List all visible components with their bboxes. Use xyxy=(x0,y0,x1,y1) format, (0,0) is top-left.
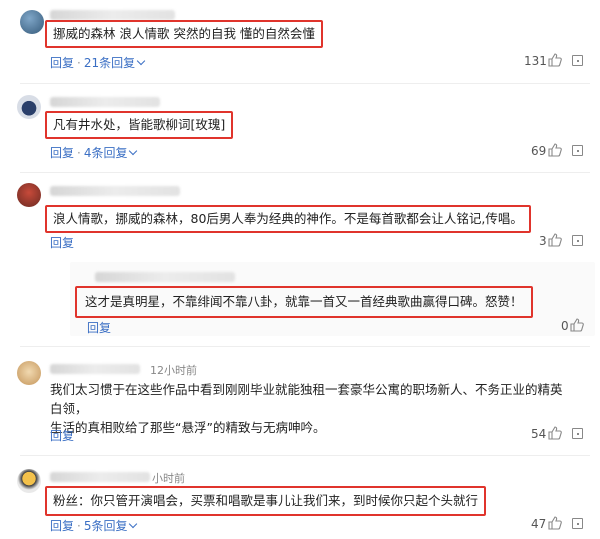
separator: · xyxy=(77,519,81,533)
username-blurred xyxy=(50,97,160,107)
chevron-down-icon[interactable] xyxy=(136,56,146,66)
like-count: 3 xyxy=(539,234,547,248)
like-count: 69 xyxy=(531,144,547,158)
avatar[interactable] xyxy=(17,469,41,493)
comment-text: 浪人情歌，挪威的森林，80后男人奉为经典的神作。不是每首歌都会让人铭记,传唱。 xyxy=(45,205,531,233)
chevron-down-icon[interactable] xyxy=(129,519,138,529)
thumbs-up-icon[interactable] xyxy=(570,318,584,332)
divider xyxy=(20,172,590,173)
avatar[interactable] xyxy=(17,183,41,207)
comment-text: 凡有井水处，皆能歌柳词[玫瑰] xyxy=(45,111,234,139)
reply-label[interactable]: 回复 xyxy=(50,56,74,70)
thumbs-up-icon[interactable] xyxy=(548,516,562,530)
reply-count[interactable]: 4条回复 xyxy=(84,146,128,160)
avatar[interactable] xyxy=(17,95,41,119)
report-icon[interactable] xyxy=(572,235,583,246)
username-blurred xyxy=(50,186,180,196)
username-blurred xyxy=(95,272,235,282)
divider xyxy=(20,346,590,347)
thumbs-up-icon[interactable] xyxy=(548,426,562,440)
report-icon[interactable] xyxy=(572,518,583,529)
comment-text: 粉丝：你只管开演唱会，买票和唱歌是事儿让我们来，到时候你只起个头就行 xyxy=(45,486,487,516)
nested-reply-text: 这才是真明星，不靠绯闻不靠八卦，就靠一首又一首经典歌曲赢得口碑。怒赞！ xyxy=(75,286,533,318)
report-icon[interactable] xyxy=(572,55,583,66)
separator: · xyxy=(77,146,81,160)
username-blurred xyxy=(50,10,175,20)
reply-label[interactable]: 回复 xyxy=(50,429,74,443)
report-icon[interactable] xyxy=(572,428,583,439)
comment-text: 我们太习惯于在这些作品中看到刚刚毕业就能独租一套豪华公寓的职场新人、不务正业的精… xyxy=(50,380,570,437)
avatar[interactable] xyxy=(20,10,44,34)
thumbs-up-icon[interactable] xyxy=(548,53,562,67)
divider xyxy=(20,455,590,456)
separator: · xyxy=(77,56,81,70)
like-count: 47 xyxy=(531,517,547,531)
timestamp: 小时前 xyxy=(152,472,185,485)
username-blurred xyxy=(50,364,140,374)
comment-text: 挪威的森林 浪人情歌 突然的自我 懂的自然会懂 xyxy=(45,20,323,48)
reply-link[interactable]: 回复 · 5条回复 xyxy=(50,517,138,534)
chevron-down-icon[interactable] xyxy=(129,146,138,156)
reply-link[interactable]: 回复 xyxy=(50,427,74,444)
reply-count[interactable]: 5条回复 xyxy=(84,519,128,533)
divider xyxy=(20,83,590,84)
avatar[interactable] xyxy=(17,361,41,385)
reply-link[interactable]: 回复 xyxy=(50,234,74,251)
reply-label[interactable]: 回复 xyxy=(50,519,74,533)
reply-link[interactable]: 回复 xyxy=(87,319,111,336)
comment-text-line: 我们太习惯于在这些作品中看到刚刚毕业就能独租一套豪华公寓的职场新人、不务正业的精… xyxy=(50,382,563,416)
reply-label[interactable]: 回复 xyxy=(50,236,74,250)
reply-link[interactable]: 回复 · 4条回复 xyxy=(50,144,138,161)
report-icon[interactable] xyxy=(572,145,583,156)
reply-count[interactable]: 21条回复 xyxy=(84,56,135,70)
username-blurred xyxy=(50,472,150,482)
like-count: 131 xyxy=(524,54,547,68)
reply-link[interactable]: 回复 · 21条回复 xyxy=(50,54,146,71)
like-count: 54 xyxy=(531,427,547,441)
timestamp: 12小时前 xyxy=(150,364,197,377)
comment-text-line: 生活的真相败给了那些“悬浮”的精致与无病呻吟。 xyxy=(50,420,326,435)
reply-label[interactable]: 回复 xyxy=(87,321,111,335)
reply-label[interactable]: 回复 xyxy=(50,146,74,160)
thumbs-up-icon[interactable] xyxy=(548,143,562,157)
thumbs-up-icon[interactable] xyxy=(548,233,562,247)
like-count: 0 xyxy=(561,319,569,333)
